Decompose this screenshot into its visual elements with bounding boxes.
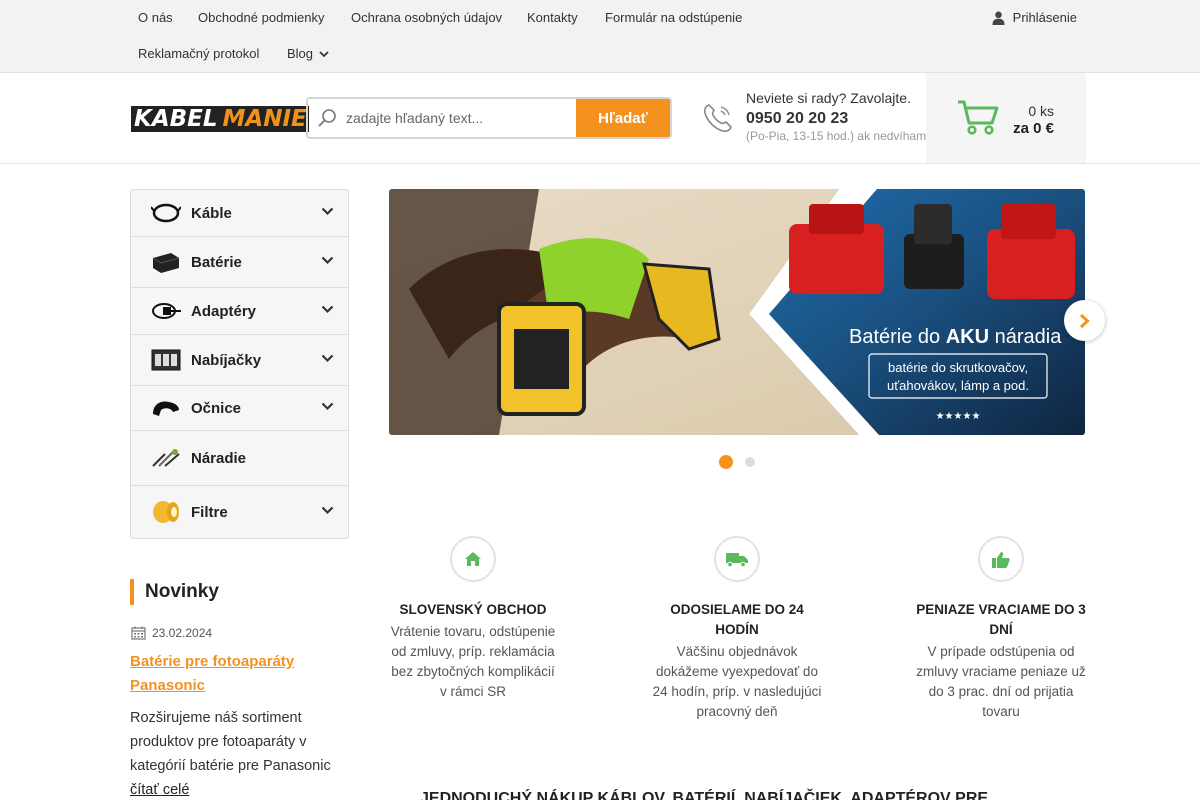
category-eyecups[interactable]: Očnice [131,386,348,431]
category-adapters[interactable]: Adaptéry [131,288,348,335]
nav-link-terms[interactable]: Obchodné podmienky [198,10,324,26]
feature-heading: PENIAZE VRACIAME DO 3 DNÍ [916,602,1086,637]
slider-next-button[interactable] [1064,300,1105,341]
nav-link-about[interactable]: O nás [138,10,173,26]
chevron-down-icon[interactable] [321,256,334,265]
search-icon [308,99,346,137]
feature-text: Vrátenie tovaru, odstúpenie od zmluvy, p… [390,624,556,699]
battery-icon [152,253,180,273]
news-date-text: 23.02.2024 [152,626,213,640]
banner-subtitle-line2: uťahovákov, lámp a pod. [887,378,1029,393]
banner-title: Batérie do AKU náradia [849,326,1062,348]
truck-icon [714,536,760,582]
charger-icon [151,349,181,371]
adapter-icon [152,303,181,319]
category-filters[interactable]: Filtre [131,486,348,538]
cart-button[interactable]: 0 ks za 0 € [926,73,1086,163]
login-label: Prihlásenie [1012,10,1077,25]
feature-money-back: PENIAZE VRACIAME DO 3 DNÍ V prípade odst… [916,536,1086,722]
search-button[interactable]: Hľadať [576,99,670,137]
chevron-down-icon[interactable] [321,506,334,515]
contact-info: Neviete si rady? Zavolajte. 0950 20 20 2… [746,90,930,143]
feature-text: V prípade odstúpenia od zmluvy vraciame … [916,644,1086,719]
nav-link-blog[interactable]: Blog [287,46,329,62]
cart-icon [956,99,1000,142]
category-label: Náradie [191,449,247,467]
login-link[interactable]: Prihlásenie [992,10,1077,25]
feature-heading: ODOSIELAME DO 24 HODÍN [670,602,804,637]
contact-hours: (Po-Pia, 13-15 hod.) ak nedvíham [746,129,927,143]
chevron-down-icon[interactable] [321,354,334,363]
banner-subtitle-line1: batérie do skrutkovačov, [888,360,1028,375]
kabelmanie-logo[interactable]: KABEL MANIE [131,106,309,132]
category-chargers[interactable]: Nabíjačky [131,335,348,386]
calendar-icon [131,626,146,640]
slider-dot-1[interactable] [719,455,733,469]
cable-icon [151,203,181,223]
chevron-right-icon [1079,313,1090,328]
news-read-more-link[interactable]: čítať celé [130,778,189,800]
nav-blog-label: Blog [287,46,314,61]
nav-link-complaint-protocol[interactable]: Reklamačný protokol [138,46,259,62]
chevron-down-icon[interactable] [321,402,334,411]
top-navigation: O nás Obchodné podmienky Ochrana osobnýc… [0,0,1200,73]
category-tools[interactable]: Náradie [131,431,348,486]
category-label: Káble [191,204,232,222]
news-headline-link[interactable]: Batérie pre fotoaparáty Panasonic [130,650,340,698]
nav-link-withdrawal-form[interactable]: Formulár na odstúpenie [605,10,742,26]
category-cables[interactable]: Káble [131,190,348,237]
eyecup-icon [153,401,179,416]
category-label: Batérie [191,253,242,271]
category-label: Adaptéry [191,302,257,320]
category-menu: Káble Batérie Adaptéry Nabíjačky Očnice … [130,189,349,539]
banner-image: Batérie do AKU náradia batérie do skrutk… [389,189,1085,435]
phone-icon [700,100,736,141]
news-section-title: Novinky [130,579,219,605]
chevron-down-icon[interactable] [321,305,334,314]
user-icon [992,11,1005,25]
category-label: Nabíjačky [191,351,262,369]
nav-link-contacts[interactable]: Kontakty [527,10,578,26]
hero-banner-slide[interactable]: Batérie do AKU náradia batérie do skrutk… [389,189,1085,435]
search-form: Hľadať [306,97,672,139]
news-excerpt: Rozširujeme náš sortiment produktov pre … [130,710,331,774]
category-label: Filtre [191,503,228,521]
slider-dot-2[interactable] [745,457,755,467]
tools-icon [152,449,180,467]
cart-total: za 0 € [1013,120,1054,137]
banner-stars: ★★★★★ [936,411,981,422]
nav-link-privacy[interactable]: Ochrana osobných údajov [351,10,502,26]
feature-slovak-shop: SLOVENSKÝ OBCHOD Vrátenie tovaru, odstúp… [388,536,558,702]
contact-phone[interactable]: 0950 20 20 23 [746,110,930,128]
thumbs-up-icon [978,536,1024,582]
cart-count: 0 ks [1028,103,1054,119]
house-icon [450,536,496,582]
filter-icon [153,501,179,523]
section-heading: JEDNODUCHÝ NÁKUP KÁBLOV, BATÉRIÍ, NABÍJA… [420,790,989,800]
site-header: KABELMANIE Hľadať Neviete si rady? Zavol… [0,73,1200,164]
logo-text-kabel: KABEL [131,106,221,132]
search-input[interactable] [346,99,576,137]
feature-heading: SLOVENSKÝ OBCHOD [399,602,547,617]
news-date: 23.02.2024 [131,626,212,640]
chevron-down-icon[interactable] [321,207,334,216]
chevron-down-icon [319,50,329,57]
contact-question: Neviete si rady? Zavolajte. [746,90,911,106]
category-batteries[interactable]: Batérie [131,237,348,288]
logo-text-manie: MANIE [220,106,309,132]
feature-shipping-24h: ODOSIELAME DO 24 HODÍN Väčšinu objednávo… [652,536,822,722]
feature-text: Väčšinu objednávok dokážeme vyexpedovať … [652,644,822,719]
category-label: Očnice [191,399,242,417]
